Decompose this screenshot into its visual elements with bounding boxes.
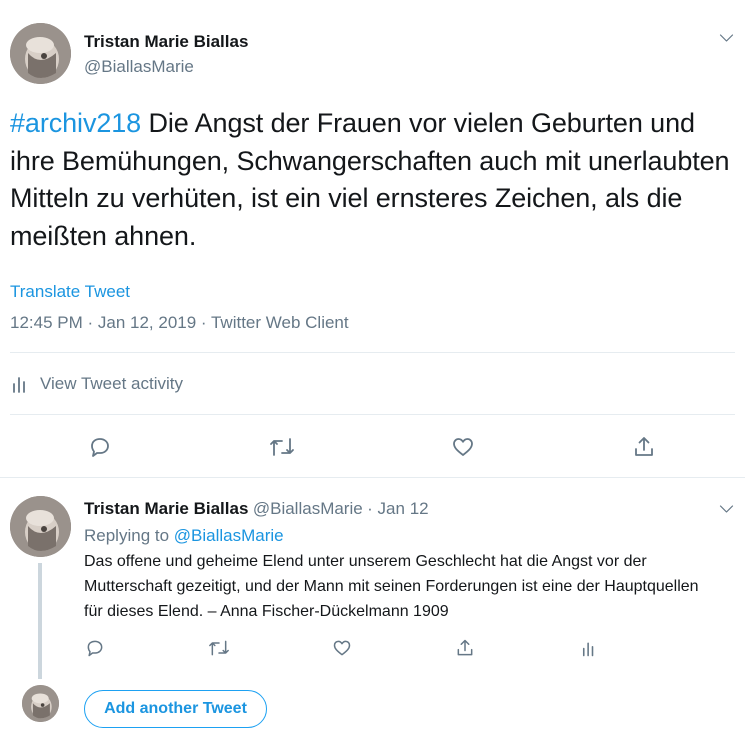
tweet-timestamp-source[interactable]: 12:45 PM · Jan 12, 2019 · Twitter Web Cl…	[10, 313, 349, 333]
thread-connector-line	[38, 563, 42, 679]
reply-author-handle[interactable]: @BiallasMarie	[253, 499, 363, 518]
reply-tweet-text: Das offene und geheime Elend unter unser…	[84, 553, 699, 620]
reply-date[interactable]: · Jan 12	[367, 499, 428, 518]
view-tweet-activity[interactable]: View Tweet activity	[12, 374, 183, 394]
replying-to-line: Replying to @BiallasMarie	[84, 526, 284, 546]
main-reply-icon[interactable]	[86, 433, 114, 461]
replying-to-label: Replying to	[84, 526, 170, 545]
reply-reply-icon[interactable]	[84, 637, 106, 659]
main-retweet-icon[interactable]	[266, 433, 298, 461]
reply-author-name[interactable]: Tristan Marie Biallas	[84, 499, 248, 518]
main-tweet-avatar[interactable]	[10, 23, 71, 84]
main-like-icon[interactable]	[449, 433, 477, 461]
reply-retweet-icon[interactable]	[206, 637, 232, 659]
reply-tweet-avatar[interactable]	[10, 496, 71, 557]
reply-tweet-header: Tristan Marie Biallas @BiallasMarie · Ja…	[84, 499, 429, 519]
replying-to-handle-link[interactable]: @BiallasMarie	[174, 526, 284, 545]
add-another-tweet-button[interactable]: Add another Tweet	[84, 690, 267, 728]
view-tweet-activity-label: View Tweet activity	[40, 374, 183, 393]
reply-analytics-icon[interactable]	[580, 637, 598, 659]
main-share-icon[interactable]	[630, 433, 658, 461]
translate-tweet-link[interactable]: Translate Tweet	[10, 282, 130, 302]
reply-like-icon[interactable]	[331, 637, 353, 659]
section-separator	[0, 477, 745, 478]
main-tweet-author-name[interactable]: Tristan Marie Biallas	[84, 32, 248, 52]
reply-share-icon[interactable]	[454, 637, 476, 659]
reply-tweet-menu-chevron-icon[interactable]	[716, 502, 736, 516]
main-tweet-body: #archiv218 Die Angst der Frauen vor viel…	[10, 105, 730, 255]
compose-avatar	[22, 685, 59, 722]
hashtag-link[interactable]: #archiv218	[10, 108, 141, 138]
main-tweet-author-handle[interactable]: @BiallasMarie	[84, 57, 194, 77]
analytics-icon	[12, 375, 28, 393]
main-tweet-menu-chevron-icon[interactable]	[716, 30, 736, 46]
divider-2	[10, 414, 735, 415]
divider-1	[10, 352, 735, 353]
